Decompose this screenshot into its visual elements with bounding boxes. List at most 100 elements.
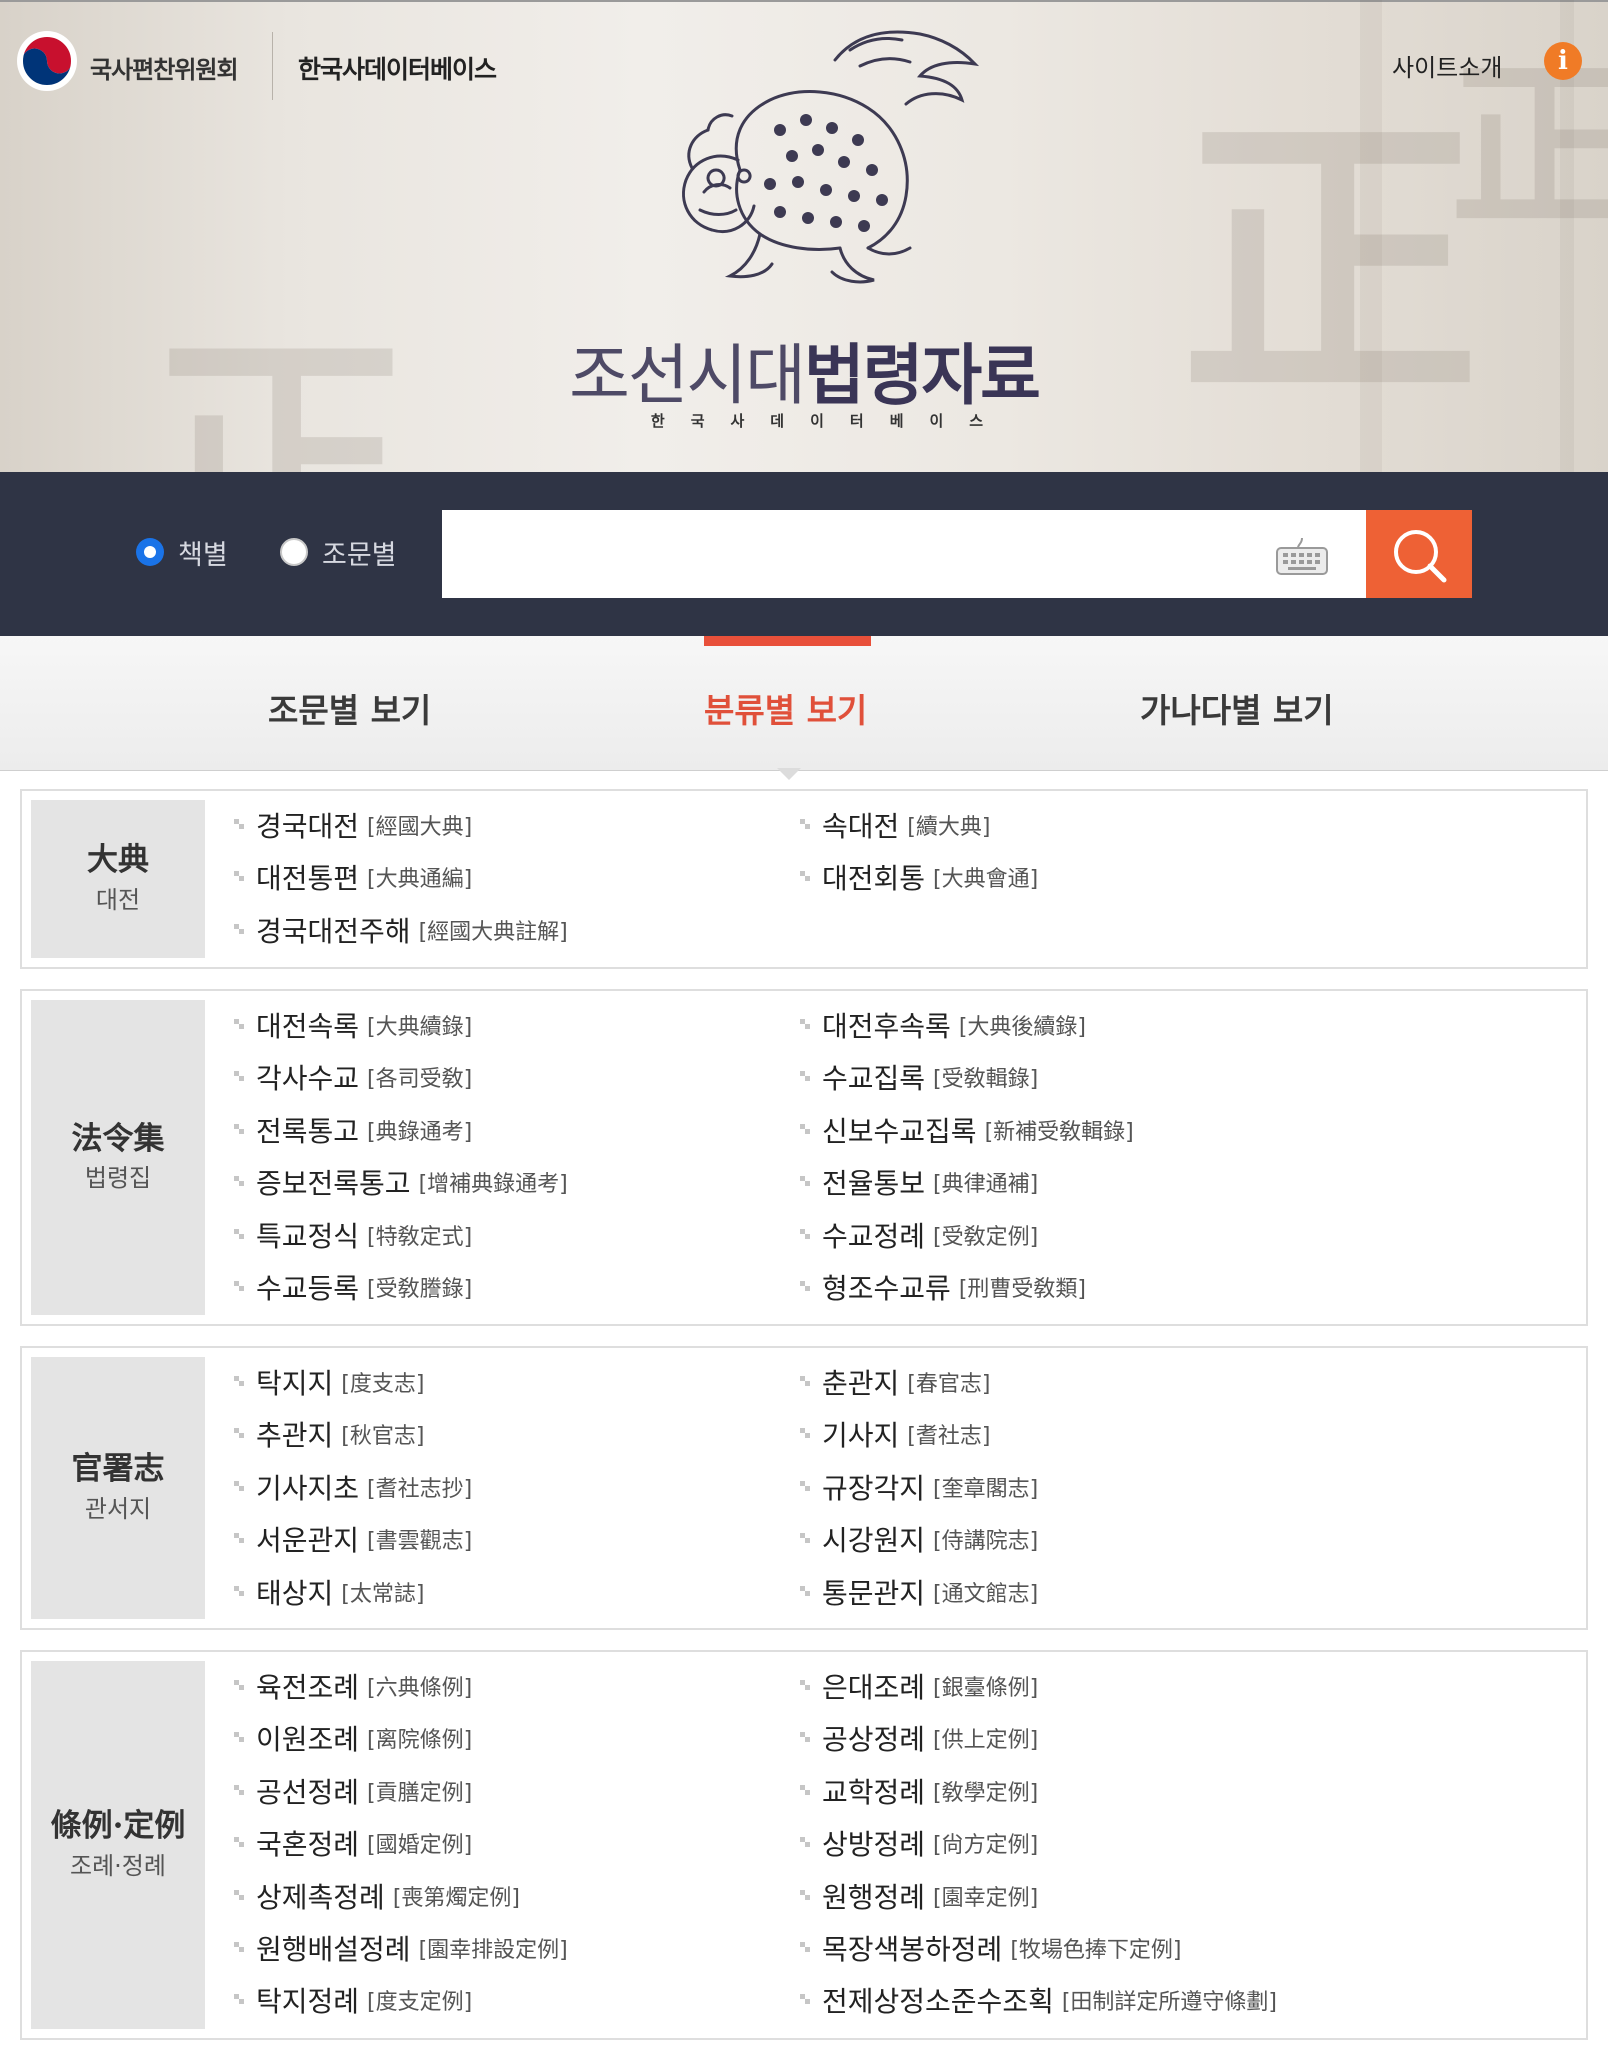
law-book-link[interactable]: 시강원지 [侍講院志]	[798, 1519, 1038, 1559]
law-book-link[interactable]: 서운관지 [書雲觀志]	[232, 1519, 472, 1559]
page-title: 조선시대법령자료	[0, 322, 1608, 418]
bullet-icon	[798, 816, 814, 834]
radio-button[interactable]	[280, 538, 308, 566]
book-name: 전록통고	[256, 1114, 360, 1148]
book-name: 각사수교	[256, 1062, 360, 1096]
law-book-link[interactable]: 원행정례 [園幸定例]	[798, 1876, 1038, 1916]
book-name: 수교등록	[256, 1272, 360, 1305]
book-hanja: [喪第燭定例]	[392, 1885, 520, 1911]
bullet-icon	[232, 1373, 248, 1391]
book-name: 시강원지	[822, 1524, 926, 1558]
tab-by-article[interactable]: 조문별 보기	[268, 684, 431, 732]
book-hanja: [受敎輯錄]	[933, 1067, 1039, 1093]
book-hanja: [耆社志]	[907, 1424, 991, 1450]
background-decoration: 正	[1450, 41, 1608, 252]
book-hanja: [園幸定例]	[933, 1885, 1039, 1911]
law-book-link[interactable]: 원행배설정례 [園幸排設定例]	[232, 1928, 568, 1968]
law-book-link[interactable]: 수교정례 [受敎定例]	[798, 1215, 1038, 1255]
law-book-link[interactable]: 탁지지 [度支志]	[232, 1362, 424, 1402]
law-book-link[interactable]: 통문관지 [通文館志]	[798, 1572, 1038, 1612]
org-name-logo[interactable]: 국사편찬위원회	[90, 50, 239, 85]
book-name: 추관지	[256, 1419, 334, 1453]
search-button[interactable]	[1366, 510, 1472, 598]
law-book-link[interactable]: 탁지정례 [度支定例]	[232, 1980, 472, 2020]
hero-banner: 正 正 正 국사편찬위원회 한국사데이터베이스 사이트소개 i 조선시대법령자료…	[0, 0, 1608, 472]
book-name: 대전통편	[256, 862, 360, 896]
tab-by-category[interactable]: 분류별 보기	[704, 684, 867, 732]
book-name: 신보수교집록	[822, 1114, 977, 1148]
law-book-link[interactable]: 공상정례 [供上定例]	[798, 1718, 1038, 1758]
category-hangul: 대전	[95, 885, 141, 914]
bullet-icon	[798, 1583, 814, 1601]
page-subtitle: 한국사데이터베이스	[650, 412, 1010, 430]
book-name: 통문관지	[822, 1576, 926, 1610]
site-intro-link[interactable]: 사이트소개	[1392, 48, 1502, 83]
law-book-link[interactable]: 경국대전주해 [經國大典註解]	[232, 910, 568, 950]
government-emblem-icon[interactable]	[16, 30, 78, 92]
law-book-link[interactable]: 형조수교류 [刑曹受敎類]	[798, 1267, 1086, 1307]
book-hanja: [秋官志]	[341, 1424, 425, 1450]
logo-divider	[272, 32, 273, 100]
tab-by-alphabet[interactable]: 가나다별 보기	[1140, 684, 1334, 732]
law-book-link[interactable]: 공선정례 [貢膳定例]	[232, 1771, 472, 1811]
book-name: 육전조례	[256, 1671, 360, 1704]
book-hanja: [侍講院志]	[933, 1529, 1039, 1555]
law-book-link[interactable]: 이원조례 [离院條例]	[232, 1718, 472, 1758]
law-book-link[interactable]: 신보수교집록 [新補受敎輯錄]	[798, 1110, 1134, 1150]
law-book-link[interactable]: 수교등록 [受敎謄錄]	[232, 1267, 472, 1307]
info-icon[interactable]: i	[1544, 42, 1582, 80]
bullet-icon	[232, 1834, 248, 1852]
law-book-link[interactable]: 육전조례 [六典條例]	[232, 1666, 472, 1706]
haetae-mascot-icon	[682, 30, 980, 284]
law-book-link[interactable]: 교학정례 [敎學定例]	[798, 1771, 1038, 1811]
law-book-link[interactable]: 증보전록통고 [增補典錄通考]	[232, 1162, 568, 1202]
book-name: 은대조례	[822, 1671, 926, 1704]
bullet-icon	[232, 1991, 248, 2009]
law-book-link[interactable]: 상방정례 [尙方定例]	[798, 1823, 1038, 1863]
book-name: 특교정식	[256, 1219, 360, 1253]
law-book-link[interactable]: 전제상정소준수조획 [田制詳定所遵守條劃]	[798, 1980, 1277, 2020]
law-book-link[interactable]: 대전통편 [大典通編]	[232, 857, 472, 897]
law-book-link[interactable]: 국혼정례 [國婚定例]	[232, 1823, 472, 1863]
bullet-icon	[798, 1425, 814, 1443]
law-book-link[interactable]: 대전회통 [大典會通]	[798, 857, 1038, 897]
radio-by-book[interactable]: 책별	[136, 532, 228, 572]
law-book-link[interactable]: 각사수교 [各司受敎]	[232, 1057, 472, 1097]
law-book-link[interactable]: 추관지 [秋官志]	[232, 1414, 424, 1454]
book-name: 전율통보	[822, 1167, 926, 1201]
radio-button[interactable]	[136, 538, 164, 566]
db-name-logo[interactable]: 한국사데이터베이스	[298, 50, 497, 86]
law-book-link[interactable]: 대전속록 [大典續錄]	[232, 1005, 472, 1045]
radio-by-article[interactable]: 조문별	[280, 532, 397, 572]
law-book-link[interactable]: 특교정식 [特敎定式]	[232, 1215, 472, 1255]
bullet-icon	[798, 1173, 814, 1191]
book-hanja: [刑曹受敎類]	[958, 1277, 1086, 1302]
law-book-link[interactable]: 전록통고 [典錄通考]	[232, 1110, 472, 1150]
law-book-link[interactable]: 속대전 [續大典]	[798, 805, 990, 845]
category-hangul: 관서지	[84, 1494, 152, 1523]
law-book-link[interactable]: 수교집록 [受敎輯錄]	[798, 1057, 1038, 1097]
law-book-link[interactable]: 기사지초 [耆社志抄]	[232, 1467, 472, 1507]
law-book-link[interactable]: 상제촉정례 [喪第燭定例]	[232, 1876, 520, 1916]
search-icon	[1394, 530, 1447, 583]
law-book-link[interactable]: 춘관지 [春官志]	[798, 1362, 990, 1402]
keyboard-icon[interactable]	[1274, 536, 1330, 576]
book-hanja: [太常誌]	[341, 1581, 425, 1607]
law-book-link[interactable]: 은대조례 [銀臺條例]	[798, 1666, 1038, 1706]
bullet-icon	[798, 1939, 814, 1957]
bullet-icon	[232, 1016, 248, 1034]
law-book-link[interactable]: 대전후속록 [大典後續錄]	[798, 1005, 1086, 1045]
law-book-link[interactable]: 규장각지 [奎章閣志]	[798, 1467, 1038, 1507]
book-name: 형조수교류	[822, 1272, 951, 1305]
title-bold: 법령자료	[804, 337, 1041, 414]
law-book-link[interactable]: 태상지 [太常誌]	[232, 1572, 424, 1612]
book-hanja: [离院條例]	[367, 1728, 473, 1754]
law-book-link[interactable]: 기사지 [耆社志]	[798, 1414, 990, 1454]
book-name: 전제상정소준수조획	[822, 1985, 1054, 2019]
law-book-link[interactable]: 전율통보 [典律通補]	[798, 1162, 1038, 1202]
bullet-icon	[798, 1121, 814, 1139]
law-book-link[interactable]: 경국대전 [經國大典]	[232, 805, 472, 845]
search-input[interactable]	[442, 510, 1366, 598]
law-book-link[interactable]: 목장색봉하정례 [牧場色捧下定例]	[798, 1928, 1182, 1968]
bullet-icon	[232, 1121, 248, 1139]
